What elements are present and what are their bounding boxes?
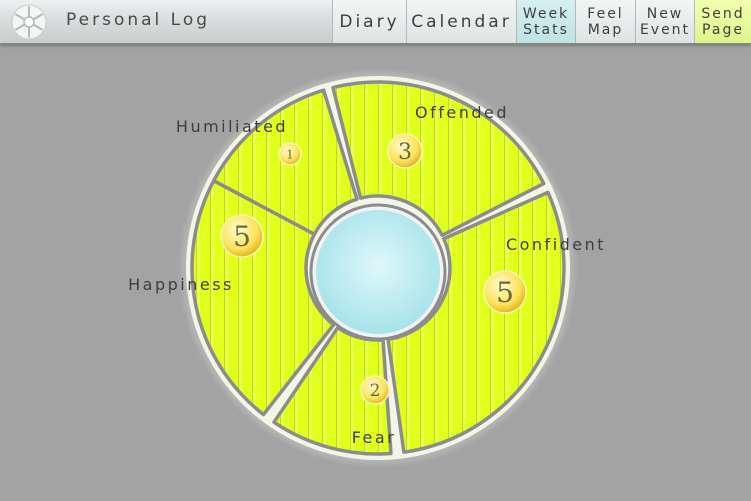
count-value-humiliated: 1 (286, 147, 294, 161)
count-value-offended: 3 (398, 140, 412, 165)
count-value-confident: 5 (496, 276, 514, 309)
feel-map-wheel: 3Offended 5 Confident 2 Fear 5 Happiness 1 Humil… (128, 68, 606, 468)
label-offended: Offended (415, 103, 509, 122)
count-value-fear: 2 (370, 381, 381, 401)
center-hub[interactable] (316, 210, 440, 334)
label-confident: Confident (506, 235, 606, 254)
count-value-happiness: 5 (233, 220, 251, 253)
label-humiliated: Humiliated (176, 117, 288, 136)
label-fear: Fear (352, 428, 397, 447)
label-happiness: Happiness (128, 275, 234, 294)
